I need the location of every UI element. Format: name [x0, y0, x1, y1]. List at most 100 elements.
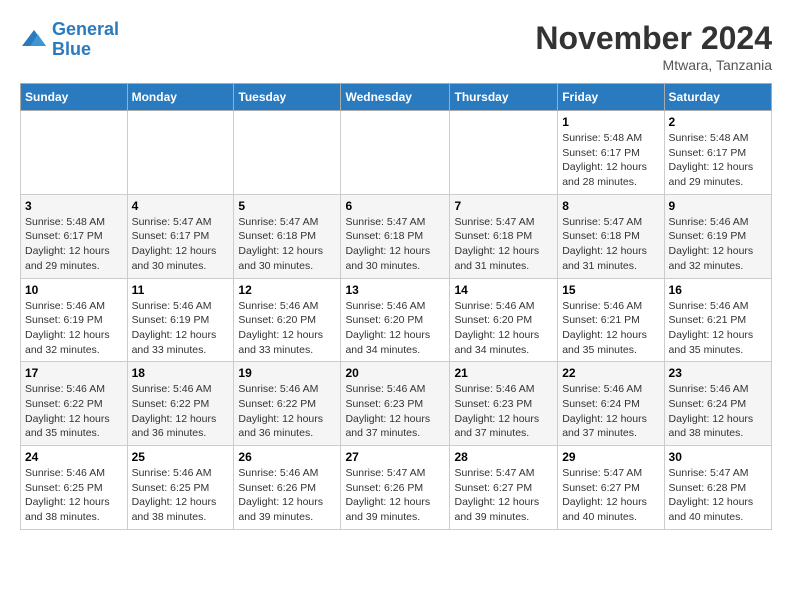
- day-number: 25: [132, 450, 230, 464]
- day-number: 12: [238, 283, 336, 297]
- day-number: 19: [238, 366, 336, 380]
- day-number: 21: [454, 366, 553, 380]
- calendar-cell: 4 Sunrise: 5:47 AM Sunset: 6:17 PM Daylig…: [127, 194, 234, 278]
- day-info: Sunrise: 5:46 AM Sunset: 6:26 PM Dayligh…: [238, 466, 336, 525]
- day-number: 24: [25, 450, 123, 464]
- calendar-header-row: SundayMondayTuesdayWednesdayThursdayFrid…: [21, 84, 772, 111]
- calendar-cell: 18Sunrise: 5:46 AM Sunset: 6:22 PM Dayli…: [127, 362, 234, 446]
- day-number: 16: [669, 283, 767, 297]
- calendar-cell: 20 Sunrise: 5:46 AM Sunset: 6:23 PM Dayli…: [341, 362, 450, 446]
- day-info: Sunrise: 5:46 AM Sunset: 6:22 PM Dayligh…: [25, 382, 123, 441]
- calendar-week-row: 10 Sunrise: 5:46 AM Sunset: 6:19 PM Dayli…: [21, 278, 772, 362]
- day-info: Sunrise: 5:46 AM Sunset: 6:19 PM Dayligh…: [25, 299, 123, 358]
- day-number: 6: [345, 199, 445, 213]
- day-number: 10: [25, 283, 123, 297]
- calendar-cell: 22 Sunrise: 5:46 AM Sunset: 6:24 PM Dayli…: [558, 362, 664, 446]
- day-info: Sunrise: 5:46 AM Sunset: 6:22 PM Dayligh…: [238, 382, 336, 441]
- logo: General Blue: [20, 20, 119, 60]
- calendar-cell: 23 Sunrise: 5:46 AM Sunset: 6:24 PM Dayli…: [664, 362, 771, 446]
- day-number: 26: [238, 450, 336, 464]
- day-info: Sunrise: 5:46 AM Sunset: 6:24 PM Dayligh…: [562, 382, 659, 441]
- day-info: Sunrise: 5:47 AM Sunset: 6:18 PM Dayligh…: [562, 215, 659, 274]
- weekday-header: Wednesday: [341, 84, 450, 111]
- calendar-cell: 8 Sunrise: 5:47 AM Sunset: 6:18 PM Daylig…: [558, 194, 664, 278]
- calendar-cell: 19 Sunrise: 5:46 AM Sunset: 6:22 PM Dayli…: [234, 362, 341, 446]
- day-info: Sunrise: 5:46 AM Sunset: 6:23 PM Dayligh…: [454, 382, 553, 441]
- day-info: Sunrise: 5:47 AM Sunset: 6:18 PM Dayligh…: [454, 215, 553, 274]
- weekday-header: Friday: [558, 84, 664, 111]
- calendar-cell: 5 Sunrise: 5:47 AM Sunset: 6:18 PM Daylig…: [234, 194, 341, 278]
- day-info: Sunrise: 5:46 AM Sunset: 6:19 PM Dayligh…: [132, 299, 230, 358]
- day-info: Sunrise: 5:48 AM Sunset: 6:17 PM Dayligh…: [562, 131, 659, 190]
- weekday-header: Tuesday: [234, 84, 341, 111]
- day-number: 13: [345, 283, 445, 297]
- day-info: Sunrise: 5:46 AM Sunset: 6:20 PM Dayligh…: [238, 299, 336, 358]
- day-info: Sunrise: 5:48 AM Sunset: 6:17 PM Dayligh…: [669, 131, 767, 190]
- calendar-week-row: 17 Sunrise: 5:46 AM Sunset: 6:22 PM Dayli…: [21, 362, 772, 446]
- day-info: Sunrise: 5:46 AM Sunset: 6:21 PM Dayligh…: [562, 299, 659, 358]
- day-info: Sunrise: 5:46 AM Sunset: 6:23 PM Dayligh…: [345, 382, 445, 441]
- day-number: 2: [669, 115, 767, 129]
- day-info: Sunrise: 5:47 AM Sunset: 6:17 PM Dayligh…: [132, 215, 230, 274]
- day-info: Sunrise: 5:46 AM Sunset: 6:19 PM Dayligh…: [669, 215, 767, 274]
- day-number: 11: [132, 283, 230, 297]
- calendar-week-row: 1 Sunrise: 5:48 AM Sunset: 6:17 PM Daylig…: [21, 111, 772, 195]
- day-info: Sunrise: 5:47 AM Sunset: 6:26 PM Dayligh…: [345, 466, 445, 525]
- calendar-cell: 3Sunrise: 5:48 AM Sunset: 6:17 PM Daylig…: [21, 194, 128, 278]
- day-info: Sunrise: 5:48 AM Sunset: 6:17 PM Dayligh…: [25, 215, 123, 274]
- day-info: Sunrise: 5:46 AM Sunset: 6:20 PM Dayligh…: [454, 299, 553, 358]
- calendar-table: SundayMondayTuesdayWednesdayThursdayFrid…: [20, 83, 772, 530]
- day-number: 7: [454, 199, 553, 213]
- day-number: 22: [562, 366, 659, 380]
- day-number: 8: [562, 199, 659, 213]
- calendar-cell: [341, 111, 450, 195]
- day-number: 4: [132, 199, 230, 213]
- day-info: Sunrise: 5:46 AM Sunset: 6:25 PM Dayligh…: [132, 466, 230, 525]
- calendar-cell: 15Sunrise: 5:46 AM Sunset: 6:21 PM Dayli…: [558, 278, 664, 362]
- calendar-cell: 7 Sunrise: 5:47 AM Sunset: 6:18 PM Daylig…: [450, 194, 558, 278]
- calendar-cell: 14Sunrise: 5:46 AM Sunset: 6:20 PM Dayli…: [450, 278, 558, 362]
- day-info: Sunrise: 5:47 AM Sunset: 6:27 PM Dayligh…: [562, 466, 659, 525]
- day-info: Sunrise: 5:46 AM Sunset: 6:25 PM Dayligh…: [25, 466, 123, 525]
- calendar-cell: 10 Sunrise: 5:46 AM Sunset: 6:19 PM Dayli…: [21, 278, 128, 362]
- calendar-cell: 26 Sunrise: 5:46 AM Sunset: 6:26 PM Dayli…: [234, 446, 341, 530]
- calendar-cell: 13 Sunrise: 5:46 AM Sunset: 6:20 PM Dayli…: [341, 278, 450, 362]
- day-info: Sunrise: 5:47 AM Sunset: 6:27 PM Dayligh…: [454, 466, 553, 525]
- day-number: 17: [25, 366, 123, 380]
- calendar-cell: 30 Sunrise: 5:47 AM Sunset: 6:28 PM Dayli…: [664, 446, 771, 530]
- month-title: November 2024: [535, 20, 772, 57]
- day-number: 9: [669, 199, 767, 213]
- day-number: 30: [669, 450, 767, 464]
- day-number: 5: [238, 199, 336, 213]
- day-number: 23: [669, 366, 767, 380]
- calendar-cell: 25 Sunrise: 5:46 AM Sunset: 6:25 PM Dayli…: [127, 446, 234, 530]
- day-number: 18: [132, 366, 230, 380]
- day-number: 27: [345, 450, 445, 464]
- calendar-body: 1 Sunrise: 5:48 AM Sunset: 6:17 PM Daylig…: [21, 111, 772, 530]
- day-info: Sunrise: 5:47 AM Sunset: 6:18 PM Dayligh…: [238, 215, 336, 274]
- weekday-header: Sunday: [21, 84, 128, 111]
- calendar-cell: 24 Sunrise: 5:46 AM Sunset: 6:25 PM Dayli…: [21, 446, 128, 530]
- calendar-cell: [127, 111, 234, 195]
- page-header: General Blue November 2024 Mtwara, Tanza…: [20, 20, 772, 73]
- calendar-cell: [234, 111, 341, 195]
- calendar-cell: 11 Sunrise: 5:46 AM Sunset: 6:19 PM Dayli…: [127, 278, 234, 362]
- location: Mtwara, Tanzania: [535, 57, 772, 73]
- day-info: Sunrise: 5:47 AM Sunset: 6:28 PM Dayligh…: [669, 466, 767, 525]
- calendar-cell: 28 Sunrise: 5:47 AM Sunset: 6:27 PM Dayli…: [450, 446, 558, 530]
- calendar-cell: 6Sunrise: 5:47 AM Sunset: 6:18 PM Daylig…: [341, 194, 450, 278]
- day-number: 20: [345, 366, 445, 380]
- weekday-header: Monday: [127, 84, 234, 111]
- calendar-cell: 21 Sunrise: 5:46 AM Sunset: 6:23 PM Dayli…: [450, 362, 558, 446]
- calendar-week-row: 24 Sunrise: 5:46 AM Sunset: 6:25 PM Dayli…: [21, 446, 772, 530]
- calendar-cell: 16Sunrise: 5:46 AM Sunset: 6:21 PM Dayli…: [664, 278, 771, 362]
- day-number: 1: [562, 115, 659, 129]
- day-info: Sunrise: 5:46 AM Sunset: 6:24 PM Dayligh…: [669, 382, 767, 441]
- logo-icon: [20, 26, 48, 54]
- day-number: 29: [562, 450, 659, 464]
- weekday-header: Thursday: [450, 84, 558, 111]
- day-info: Sunrise: 5:46 AM Sunset: 6:20 PM Dayligh…: [345, 299, 445, 358]
- logo-text: General Blue: [52, 20, 119, 60]
- day-number: 28: [454, 450, 553, 464]
- calendar-week-row: 3Sunrise: 5:48 AM Sunset: 6:17 PM Daylig…: [21, 194, 772, 278]
